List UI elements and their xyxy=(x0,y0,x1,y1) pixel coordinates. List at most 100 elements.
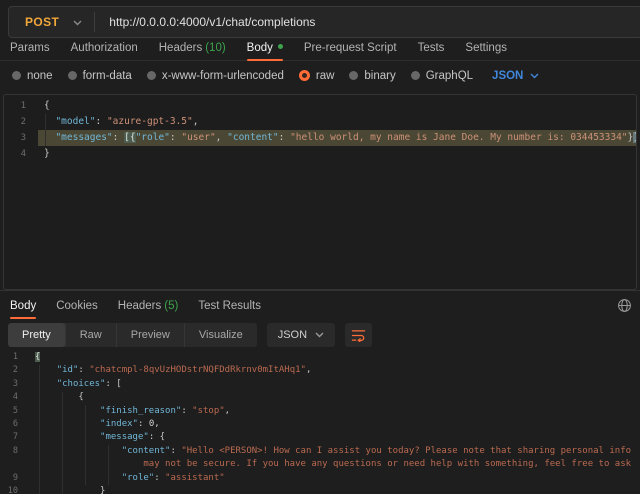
radio-icon xyxy=(349,71,358,80)
code-text: "message": { xyxy=(27,431,640,444)
code-text: "model": "azure-gpt-3.5", xyxy=(38,114,636,130)
language-label: JSON xyxy=(278,329,307,341)
tab-label: Params xyxy=(10,42,50,54)
view-raw-button[interactable]: Raw xyxy=(65,323,116,347)
tab-label: Test Results xyxy=(198,300,261,312)
line-number: 4 xyxy=(0,391,27,404)
tab-label: Authorization xyxy=(71,42,138,54)
tab-body[interactable]: Body xyxy=(247,39,283,60)
view-visualize-button[interactable]: Visualize xyxy=(184,323,257,347)
view-preview-button[interactable]: Preview xyxy=(116,323,184,347)
tab-headers[interactable]: Headers(10) xyxy=(159,39,226,60)
response-language-selector[interactable]: JSON xyxy=(267,323,335,347)
line-number: 3 xyxy=(4,130,38,146)
code-text: { xyxy=(38,98,636,114)
code-text: may not be secure. If you have any quest… xyxy=(27,458,640,471)
code-line: 9 "role": "assistant" xyxy=(0,472,640,485)
line-number: 10 xyxy=(0,485,27,494)
line-number: 2 xyxy=(0,364,27,377)
code-text: "index": 0, xyxy=(27,418,640,431)
mode-label: binary xyxy=(364,70,395,82)
code-text: "id": "chatcmpl-8qvUzHODstrNQFDdRkrnv0mI… xyxy=(27,364,640,377)
headers-count: (10) xyxy=(205,42,225,54)
radio-icon xyxy=(68,71,77,80)
mode-none[interactable]: none xyxy=(12,70,53,82)
code-line: 1{ xyxy=(0,351,640,364)
code-text: } xyxy=(38,146,636,162)
code-line: 2 "id": "chatcmpl-8qvUzHODstrNQFDdRkrnv0… xyxy=(0,364,640,377)
code-text: "messages": [{"role": "user", "content":… xyxy=(38,130,637,146)
response-tab-test-results[interactable]: Test Results xyxy=(198,297,261,318)
request-language-selector[interactable]: JSON xyxy=(492,70,539,82)
tab-label: Headers xyxy=(159,42,202,54)
code-line: 3 "messages": [{"role": "user", "content… xyxy=(4,130,636,146)
indent-guide xyxy=(45,114,46,146)
view-pretty-button[interactable]: Pretty xyxy=(8,323,65,347)
mode-graphql[interactable]: GraphQL xyxy=(411,70,473,82)
code-line: 7 "message": { xyxy=(0,431,640,444)
tab-label: Pre-request Script xyxy=(304,42,397,54)
code-line: 4 { xyxy=(0,391,640,404)
mode-label: x-www-form-urlencoded xyxy=(162,70,284,82)
request-body-editor[interactable]: 1{2 "model": "azure-gpt-3.5",3 "messages… xyxy=(3,94,637,290)
mode-x-www-form-urlencoded[interactable]: x-www-form-urlencoded xyxy=(147,70,284,82)
mode-label: form-data xyxy=(83,70,132,82)
code-text: "finish_reason": "stop", xyxy=(27,405,640,418)
method-selector[interactable]: POST xyxy=(9,15,94,29)
globe-icon[interactable] xyxy=(617,298,632,313)
mode-raw[interactable]: raw xyxy=(299,70,335,82)
tab-tests[interactable]: Tests xyxy=(418,39,445,60)
tab-label: Settings xyxy=(465,42,507,54)
code-line: 5 "finish_reason": "stop", xyxy=(0,405,640,418)
indent-guide xyxy=(85,405,86,485)
mode-form-data[interactable]: form-data xyxy=(68,70,132,82)
code-line: 4} xyxy=(4,146,636,162)
wrap-text-icon[interactable] xyxy=(345,323,372,347)
code-line: 6 "index": 0, xyxy=(0,418,640,431)
tab-pre-request-script[interactable]: Pre-request Script xyxy=(304,39,397,60)
radio-icon xyxy=(411,71,420,80)
line-number: 6 xyxy=(0,418,27,431)
body-modified-dot xyxy=(278,44,283,49)
view-mode-segmented-control: Pretty Raw Preview Visualize xyxy=(8,323,257,347)
line-number: 1 xyxy=(0,351,27,364)
body-mode-row: none form-data x-www-form-urlencoded raw… xyxy=(0,62,640,89)
response-body-viewer[interactable]: 1{2 "id": "chatcmpl-8qvUzHODstrNQFDdRkrn… xyxy=(0,351,640,494)
response-tab-body[interactable]: Body xyxy=(10,297,36,318)
line-number: 8 xyxy=(0,445,27,458)
code-text: { xyxy=(27,391,640,404)
tab-label: Body xyxy=(247,42,273,54)
method-label: POST xyxy=(25,15,59,29)
request-url-bar: POST http://0.0.0.0:4000/v1/chat/complet… xyxy=(8,6,640,38)
line-number: 4 xyxy=(4,146,38,162)
response-tab-cookies[interactable]: Cookies xyxy=(56,297,98,318)
code-line: 3 "choices": [ xyxy=(0,378,640,391)
radio-icon xyxy=(147,71,156,80)
line-number: 1 xyxy=(4,98,38,114)
line-number: 5 xyxy=(0,405,27,418)
line-number: 3 xyxy=(0,378,27,391)
tab-settings[interactable]: Settings xyxy=(465,39,507,60)
tab-label: Headers xyxy=(118,300,161,312)
url-input[interactable]: http://0.0.0.0:4000/v1/chat/completions xyxy=(95,15,315,29)
chevron-down-icon xyxy=(530,70,539,82)
request-tabs: Params Authorization Headers(10) Body Pr… xyxy=(0,39,640,61)
line-number: 9 xyxy=(0,472,27,485)
radio-selected-icon xyxy=(299,70,310,81)
tab-label: Cookies xyxy=(56,300,98,312)
response-view-controls: Pretty Raw Preview Visualize JSON xyxy=(8,323,372,347)
tab-params[interactable]: Params xyxy=(10,39,50,60)
response-headers-count: (5) xyxy=(164,300,178,312)
indent-guide xyxy=(39,365,40,494)
code-text: } xyxy=(27,485,640,494)
language-label: JSON xyxy=(492,70,523,82)
tab-label: Body xyxy=(10,300,36,312)
code-line: 10 } xyxy=(0,485,640,494)
mode-binary[interactable]: binary xyxy=(349,70,395,82)
response-tab-headers[interactable]: Headers(5) xyxy=(118,297,179,318)
code-line: 8 "content": "Hello <PERSON>! How can I … xyxy=(0,445,640,458)
code-line: 1{ xyxy=(4,98,636,114)
tab-label: Tests xyxy=(418,42,445,54)
tab-authorization[interactable]: Authorization xyxy=(71,39,138,60)
indent-guide xyxy=(108,445,109,485)
